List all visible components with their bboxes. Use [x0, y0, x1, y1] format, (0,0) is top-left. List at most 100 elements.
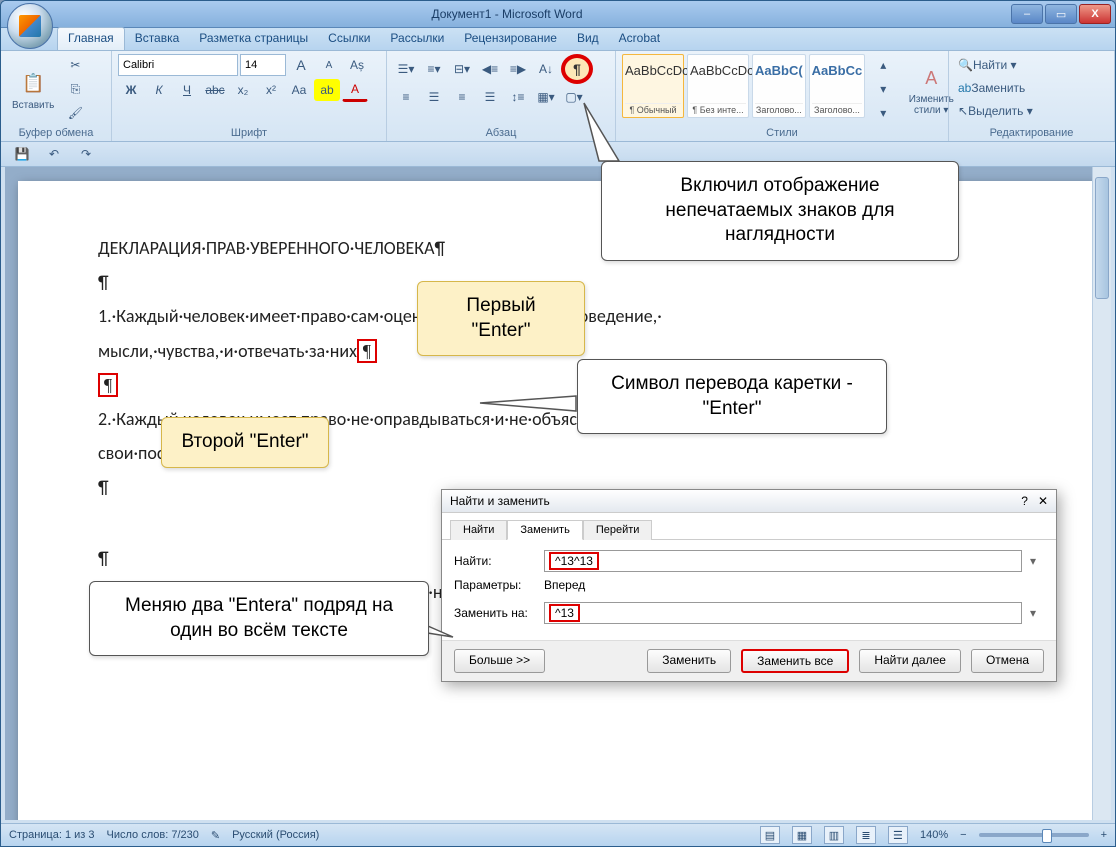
sort-button[interactable]: A↓: [533, 58, 559, 80]
numbering-button[interactable]: ≡▾: [421, 58, 447, 80]
tab-page-layout[interactable]: Разметка страницы: [189, 28, 318, 50]
decrease-indent-button[interactable]: ◀≡: [477, 58, 503, 80]
align-left-button[interactable]: ≡: [393, 86, 419, 108]
line-spacing-button[interactable]: ↕≡: [505, 86, 531, 108]
maximize-button[interactable]: ▭: [1045, 4, 1077, 24]
undo-button[interactable]: ↶: [41, 143, 67, 165]
view-web-layout[interactable]: ▥: [824, 826, 844, 844]
underline-button[interactable]: Ч: [174, 79, 200, 101]
select-button[interactable]: ↖ Выделить ▾: [955, 100, 1114, 122]
params-label: Параметры:: [454, 578, 536, 592]
style-heading2[interactable]: AaBbCcЗаголово...: [809, 54, 866, 118]
tab-references[interactable]: Ссылки: [318, 28, 380, 50]
tab-mailings[interactable]: Рассылки: [380, 28, 454, 50]
subscript-button[interactable]: x₂: [230, 79, 256, 101]
view-full-screen[interactable]: ▦: [792, 826, 812, 844]
bold-button[interactable]: Ж: [118, 79, 144, 101]
grow-font-button[interactable]: A: [288, 54, 314, 76]
style-no-spacing[interactable]: AaBbCcDc¶ Без инте...: [687, 54, 749, 118]
status-page[interactable]: Страница: 1 из 3: [9, 829, 95, 841]
style-heading1[interactable]: AaBbC(Заголово...: [752, 54, 806, 118]
group-editing: 🔍 Найти ▾ ab Заменить ↖ Выделить ▾ Редак…: [949, 51, 1115, 141]
group-clipboard: 📋 Вставить ✂ ⎘ 🖌 Буфер обмена: [1, 51, 112, 141]
more-button[interactable]: Больше >>: [454, 649, 545, 673]
ribbon: 📋 Вставить ✂ ⎘ 🖌 Буфер обмена Calibri 14…: [1, 51, 1115, 142]
zoom-out-button[interactable]: −: [960, 829, 966, 841]
ribbon-tabs: Главная Вставка Разметка страницы Ссылки…: [1, 28, 1115, 51]
vertical-scrollbar[interactable]: [1092, 167, 1111, 820]
dialog-tab-goto[interactable]: Перейти: [583, 520, 653, 540]
callout-replace: Меняю два "Entera" подряд на один во всё…: [89, 581, 429, 656]
bullets-button[interactable]: ☰▾: [393, 58, 419, 80]
params-value: Вперед: [544, 578, 585, 592]
dialog-titlebar[interactable]: Найти и заменить ? ✕: [442, 490, 1056, 513]
status-words[interactable]: Число слов: 7/230: [107, 829, 199, 841]
group-styles: AaBbCcDc¶ Обычный AaBbCcDc¶ Без инте... …: [616, 51, 949, 141]
change-styles-icon: A: [917, 64, 945, 92]
multilevel-button[interactable]: ⊟▾: [449, 58, 475, 80]
tab-insert[interactable]: Вставка: [125, 28, 190, 50]
justify-button[interactable]: ☰: [477, 86, 503, 108]
pilcrow-mark-1: ¶: [357, 339, 377, 363]
view-outline[interactable]: ≣: [856, 826, 876, 844]
find-replace-dialog: Найти и заменить ? ✕ Найти Заменить Пере…: [441, 489, 1057, 682]
tab-home[interactable]: Главная: [57, 27, 125, 50]
paste-icon: 📋: [19, 70, 47, 98]
app-window: Документ1 - Microsoft Word – ▭ X Главная…: [0, 0, 1116, 847]
redo-button[interactable]: ↷: [73, 143, 99, 165]
status-zoom[interactable]: 140%: [920, 829, 948, 841]
replace-button[interactable]: ab Заменить: [955, 77, 1114, 99]
highlight-button[interactable]: ab: [314, 79, 340, 101]
zoom-slider-thumb[interactable]: [1042, 829, 1052, 843]
cancel-button[interactable]: Отмена: [971, 649, 1044, 673]
close-button[interactable]: X: [1079, 4, 1111, 24]
dialog-tab-replace[interactable]: Заменить: [507, 520, 582, 540]
align-center-button[interactable]: ☰: [421, 86, 447, 108]
change-case-button[interactable]: Aa: [286, 79, 312, 101]
office-orb[interactable]: [7, 3, 53, 49]
shrink-font-button[interactable]: A: [316, 54, 342, 76]
dialog-help-icon[interactable]: ?: [1021, 494, 1028, 508]
save-button[interactable]: 💾: [9, 143, 35, 165]
increase-indent-button[interactable]: ≡▶: [505, 58, 531, 80]
copy-button[interactable]: ⎘: [62, 78, 88, 100]
replace-input[interactable]: ^13: [544, 602, 1022, 624]
replace-once-button[interactable]: Заменить: [647, 649, 731, 673]
font-size-select[interactable]: 14: [240, 54, 286, 76]
dialog-close-icon[interactable]: ✕: [1038, 494, 1048, 508]
styles-scroll-up[interactable]: ▴: [870, 54, 896, 76]
window-title: Документ1 - Microsoft Word: [340, 7, 675, 21]
find-input[interactable]: ^13^13: [544, 550, 1022, 572]
callout-caret: Символ перевода каретки - "Enter": [577, 359, 887, 434]
view-print-layout[interactable]: ▤: [760, 826, 780, 844]
tab-acrobat[interactable]: Acrobat: [609, 28, 670, 50]
find-button[interactable]: 🔍 Найти ▾: [955, 54, 1114, 76]
status-language[interactable]: Русский (Россия): [232, 829, 319, 841]
view-draft[interactable]: ☰: [888, 826, 908, 844]
superscript-button[interactable]: x²: [258, 79, 284, 101]
scrollbar-thumb[interactable]: [1095, 177, 1109, 299]
status-proofing-icon[interactable]: ✎: [211, 829, 220, 842]
callout-second-enter: Второй "Enter": [161, 417, 329, 468]
italic-button[interactable]: К: [146, 79, 172, 101]
replace-all-button[interactable]: Заменить все: [741, 649, 849, 673]
shading-button[interactable]: ▦▾: [533, 86, 559, 108]
font-name-select[interactable]: Calibri: [118, 54, 238, 76]
tab-review[interactable]: Рецензирование: [454, 28, 567, 50]
format-painter-button[interactable]: 🖌: [62, 102, 88, 124]
paste-button[interactable]: 📋 Вставить: [7, 54, 59, 126]
styles-scroll-down[interactable]: ▾: [870, 78, 896, 100]
tab-view[interactable]: Вид: [567, 28, 609, 50]
cut-button[interactable]: ✂: [62, 54, 88, 76]
strike-button[interactable]: abc: [202, 79, 228, 101]
show-pilcrow-button[interactable]: ¶: [561, 54, 593, 84]
align-right-button[interactable]: ≡: [449, 86, 475, 108]
zoom-in-button[interactable]: +: [1101, 829, 1107, 841]
zoom-slider[interactable]: [979, 833, 1089, 837]
clear-formatting-button[interactable]: Aș: [344, 54, 370, 76]
dialog-tab-find[interactable]: Найти: [450, 520, 507, 540]
minimize-button[interactable]: –: [1011, 4, 1043, 24]
styles-expand[interactable]: ▾: [870, 102, 896, 124]
find-next-button[interactable]: Найти далее: [859, 649, 961, 673]
font-color-button[interactable]: A: [342, 78, 368, 102]
